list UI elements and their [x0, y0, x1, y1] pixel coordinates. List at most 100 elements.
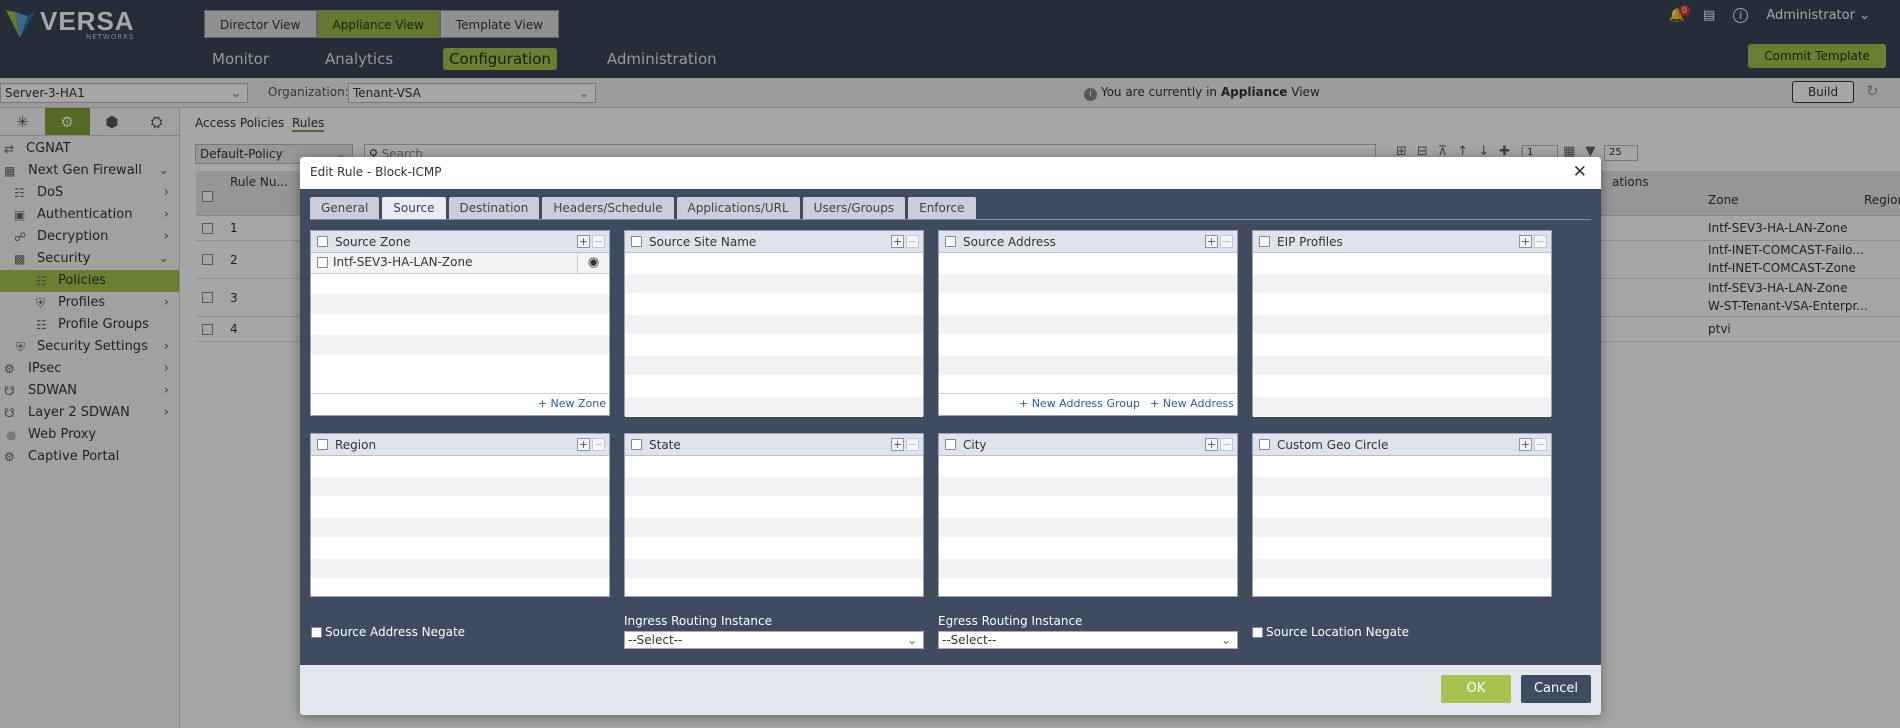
empty-row [939, 497, 1237, 518]
city-panel: City + − [938, 433, 1238, 597]
row-checkbox[interactable] [317, 257, 328, 268]
new-zone-link[interactable]: + New Zone [538, 397, 606, 410]
source-address-negate-checkbox[interactable] [311, 627, 322, 638]
panel-header: Source Zone + − [311, 231, 609, 253]
empty-row [311, 335, 609, 356]
remove-icon[interactable]: − [592, 235, 605, 248]
empty-row [311, 294, 609, 315]
remove-icon[interactable]: − [906, 235, 919, 248]
empty-row [625, 253, 923, 274]
add-icon[interactable]: + [577, 438, 590, 451]
chevron-down-icon: ⌄ [906, 633, 917, 647]
dialog-title: Edit Rule - Block-ICMP [310, 165, 442, 179]
tab-destination[interactable]: Destination [448, 197, 540, 219]
select-all-checkbox[interactable] [945, 439, 956, 450]
zone-entry: Intf-SEV3-HA-LAN-Zone [333, 255, 473, 269]
empty-row [1253, 517, 1551, 538]
add-icon[interactable]: + [1205, 235, 1218, 248]
empty-row [939, 456, 1237, 477]
source-site-name-panel: Source Site Name + − [624, 230, 924, 417]
panel-title: Region [335, 438, 377, 452]
remove-icon[interactable]: − [1534, 235, 1547, 248]
empty-row [311, 497, 609, 518]
remove-icon[interactable]: − [906, 438, 919, 451]
source-address-negate[interactable]: Source Address Negate [311, 625, 465, 639]
empty-row [1253, 376, 1551, 397]
ingress-routing-select[interactable]: --Select-- ⌄ [624, 631, 924, 649]
select-all-checkbox[interactable] [1259, 439, 1270, 450]
empty-row [939, 253, 1237, 274]
eye-icon[interactable]: ◉ [577, 253, 609, 273]
select-all-checkbox[interactable] [1259, 236, 1270, 247]
source-location-negate[interactable]: Source Location Negate [1252, 625, 1409, 639]
panel-header: Custom Geo Circle + − [1253, 434, 1551, 456]
add-icon[interactable]: + [891, 235, 904, 248]
empty-row [625, 314, 923, 335]
add-icon[interactable]: + [1519, 235, 1532, 248]
select-all-checkbox[interactable] [317, 439, 328, 450]
select-all-checkbox[interactable] [317, 236, 328, 247]
egress-routing-label: Egress Routing Instance [938, 614, 1083, 628]
source-address-panel: Source Address + − + New Address Group + N… [938, 230, 1238, 416]
tab-headers-schedule[interactable]: Headers/Schedule [542, 197, 674, 219]
empty-row [1253, 355, 1551, 376]
empty-row [311, 273, 609, 294]
empty-row [625, 335, 923, 356]
tab-general[interactable]: General [310, 197, 380, 219]
tab-divider [310, 219, 1591, 220]
new-address-link[interactable]: + New Address [1150, 397, 1234, 410]
tab-applications-url[interactable]: Applications/URL [676, 197, 800, 219]
empty-row [625, 273, 923, 294]
dialog-footer: OK Cancel [300, 665, 1601, 715]
remove-icon[interactable]: − [1220, 235, 1233, 248]
tab-source[interactable]: Source [382, 197, 446, 219]
remove-icon[interactable]: − [1534, 438, 1547, 451]
close-icon[interactable]: ✕ [1573, 162, 1587, 182]
empty-row [625, 476, 923, 497]
dialog-tabs: General Source Destination Headers/Sched… [310, 197, 976, 219]
empty-row [625, 355, 923, 376]
region-panel: Region + − [310, 433, 610, 597]
empty-row [311, 314, 609, 335]
empty-row [1253, 335, 1551, 356]
tab-users-groups[interactable]: Users/Groups [802, 197, 906, 219]
remove-icon[interactable]: − [1220, 438, 1233, 451]
list-item[interactable]: Intf-SEV3-HA-LAN-Zone ◉ [311, 253, 609, 274]
panel-header: Region + − [311, 434, 609, 456]
empty-row [939, 294, 1237, 315]
empty-row [939, 558, 1237, 579]
select-all-checkbox[interactable] [945, 236, 956, 247]
empty-row [311, 476, 609, 497]
panel-title: EIP Profiles [1277, 235, 1343, 249]
empty-row [311, 558, 609, 579]
new-address-group-link[interactable]: + New Address Group [1019, 397, 1140, 410]
state-panel: State + − [624, 433, 924, 597]
empty-row [1253, 456, 1551, 477]
remove-icon[interactable]: − [592, 438, 605, 451]
tab-enforce[interactable]: Enforce [908, 197, 976, 219]
panel-header: Source Address + − [939, 231, 1237, 253]
ok-button[interactable]: OK [1441, 675, 1511, 703]
add-icon[interactable]: + [1205, 438, 1218, 451]
ingress-routing-value: --Select-- [628, 633, 683, 647]
cancel-button[interactable]: Cancel [1521, 675, 1591, 703]
empty-row [939, 273, 1237, 294]
panel-footer: + New Zone [311, 393, 609, 415]
panel-header: Source Site Name + − [625, 231, 923, 253]
panel-title: Custom Geo Circle [1277, 438, 1389, 452]
select-all-checkbox[interactable] [631, 236, 642, 247]
add-icon[interactable]: + [1519, 438, 1532, 451]
panel-title: City [963, 438, 987, 452]
empty-row [1253, 538, 1551, 559]
panel-title: Source Zone [335, 235, 411, 249]
empty-row [1253, 253, 1551, 274]
source-location-negate-checkbox[interactable] [1252, 627, 1263, 638]
add-icon[interactable]: + [577, 235, 590, 248]
ingress-routing-label: Ingress Routing Instance [624, 614, 772, 628]
panel-title: Source Address [963, 235, 1056, 249]
source-zone-panel: Source Zone + − Intf-SEV3-HA-LAN-Zone ◉ +… [310, 230, 610, 416]
panel-title: Source Site Name [649, 235, 757, 249]
select-all-checkbox[interactable] [631, 439, 642, 450]
egress-routing-select[interactable]: --Select-- ⌄ [938, 631, 1238, 649]
add-icon[interactable]: + [891, 438, 904, 451]
